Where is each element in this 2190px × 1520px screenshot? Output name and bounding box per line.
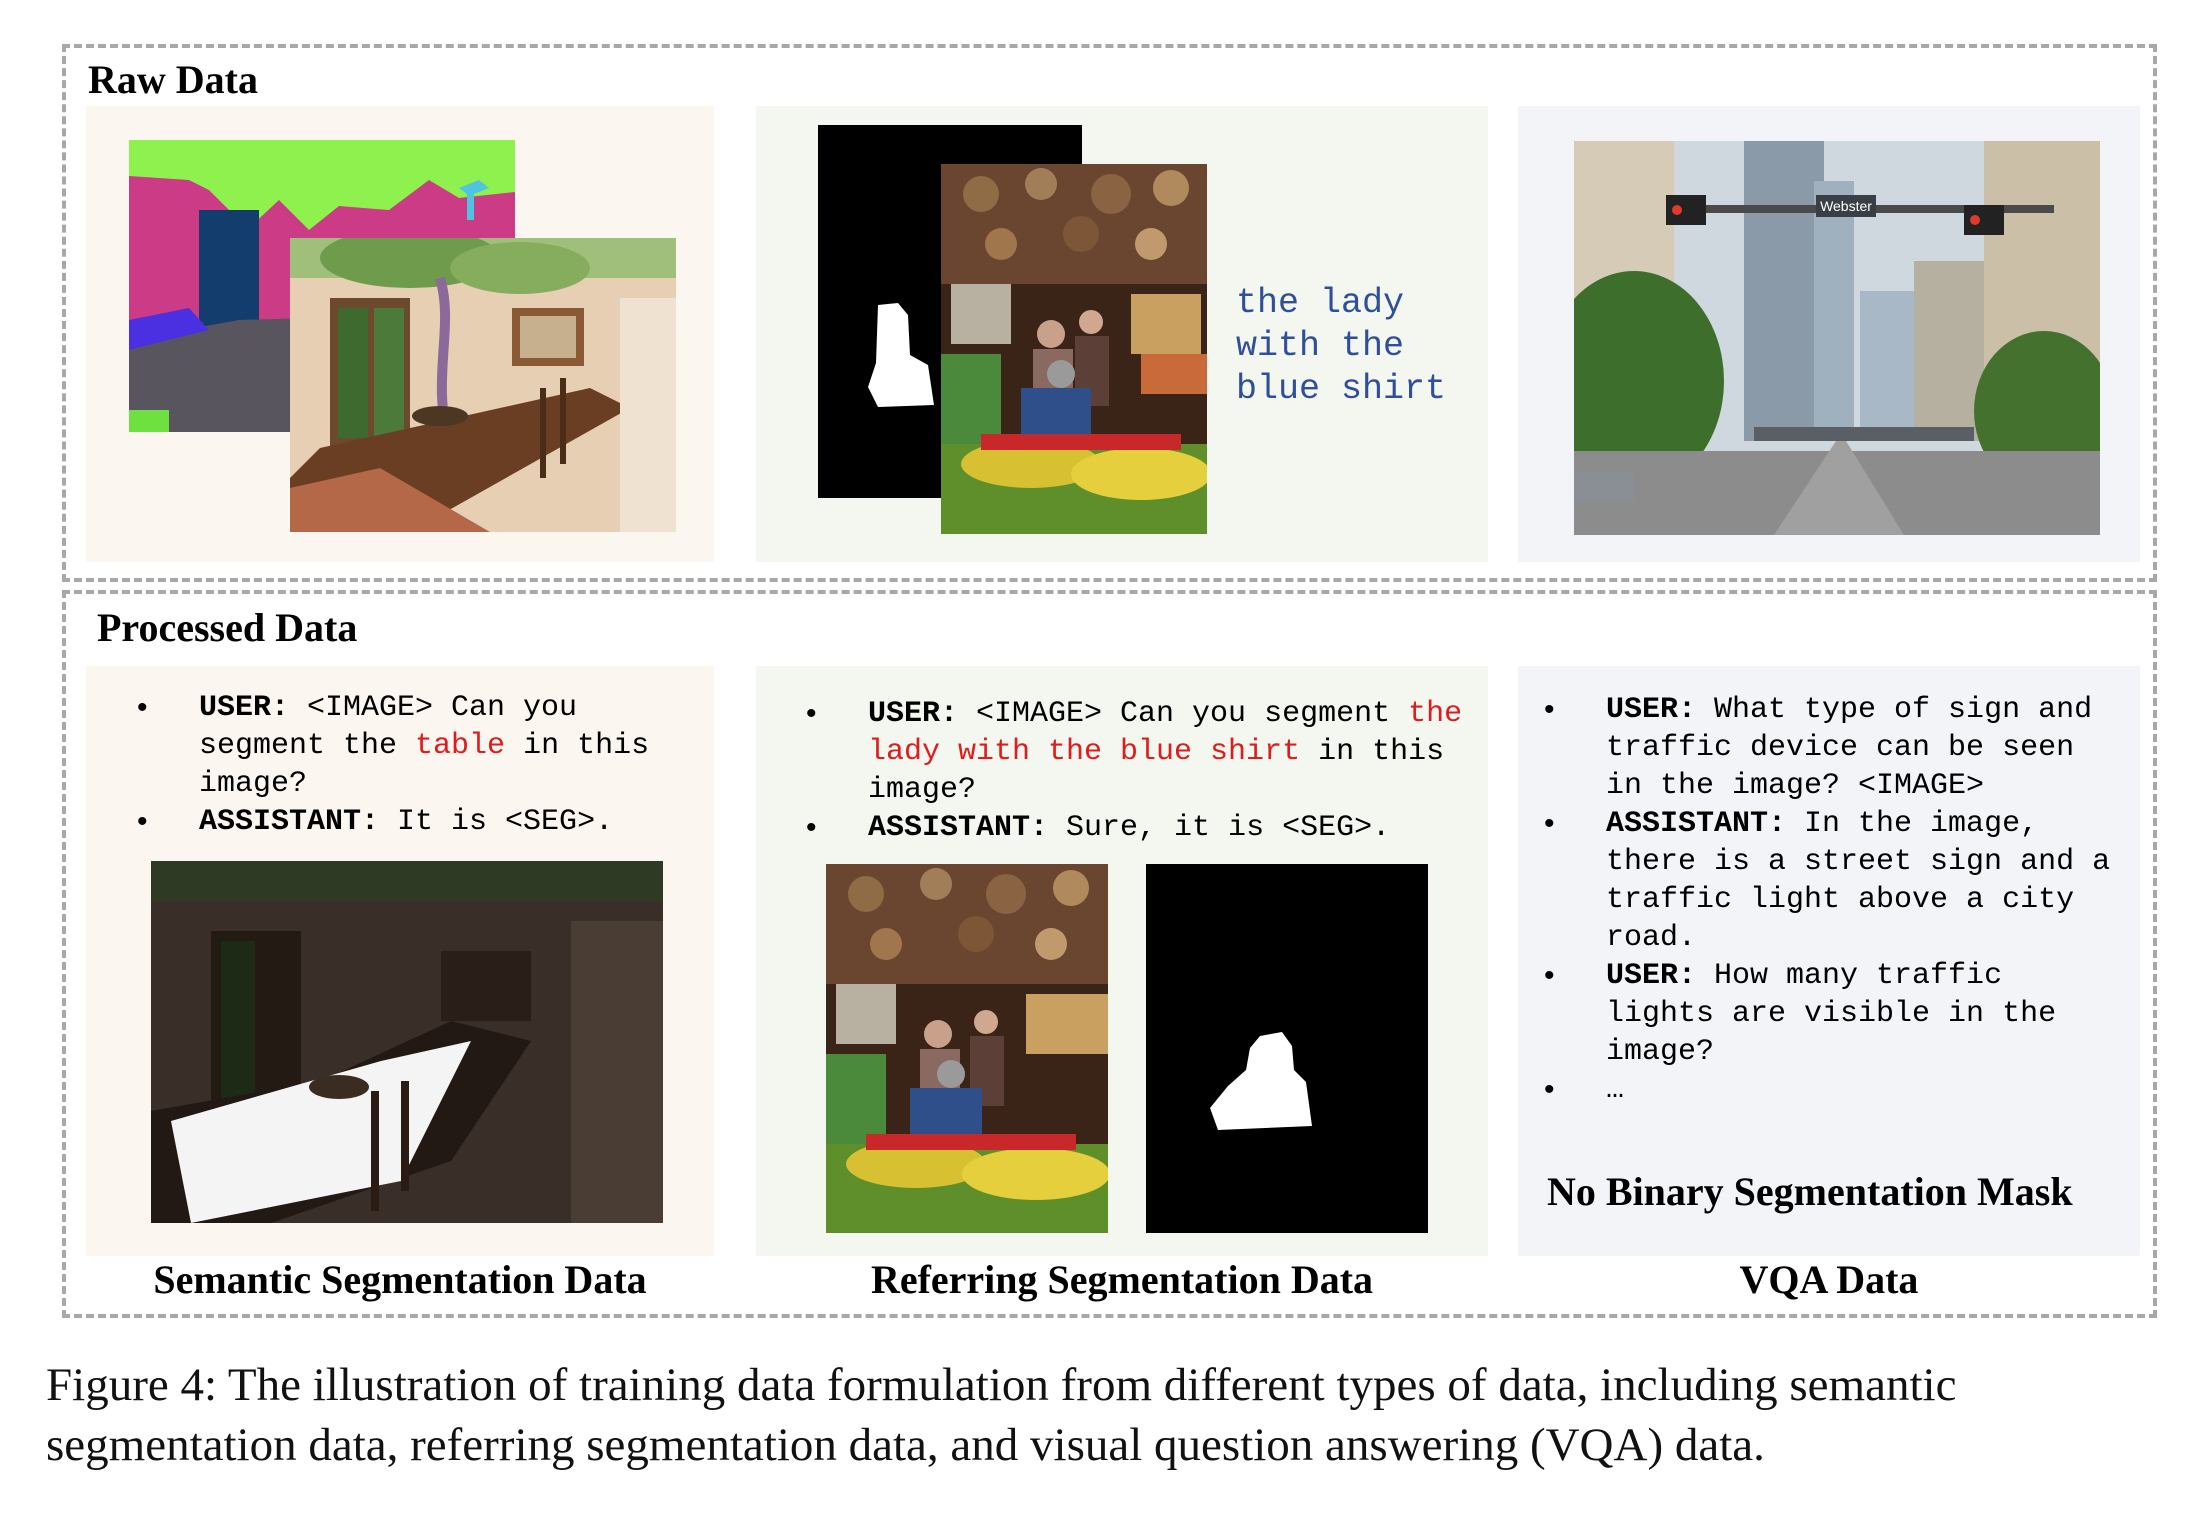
vqa-chat: USER: What type of sign and traffic devi…	[1544, 691, 2124, 1109]
no-mask-label: No Binary Segmentation Mask	[1547, 1169, 2073, 1214]
role-label: ASSISTANT:	[1606, 807, 1787, 841]
figure-caption: Figure 4: The illustration of training d…	[46, 1359, 1957, 1471]
referring-assistant-message: ASSISTANT: Sure, it is <SEG>.	[806, 809, 1466, 847]
street-sign-text: Webster	[1820, 198, 1872, 214]
vqa-assistant-message: ASSISTANT: In the image, there is a stre…	[1544, 805, 2124, 957]
processed-data-title: Processed Data	[97, 605, 358, 650]
semantic-assistant-message: ASSISTANT: It is <SEG>.	[137, 803, 677, 841]
expression-line-2: with the	[1236, 326, 1405, 366]
role-label: ASSISTANT:	[868, 811, 1049, 845]
referring-expression: the lady with the blue shirt	[1236, 282, 1446, 411]
vqa-user-message-1: USER: What type of sign and traffic devi…	[1544, 691, 2124, 805]
expression-line-1: the lady	[1236, 283, 1405, 323]
expression-line-3: blue shirt	[1236, 369, 1447, 409]
market-photo	[941, 164, 1207, 534]
semantic-user-message: USER: <IMAGE> Can you segment the table …	[137, 689, 677, 803]
highlight-target: table	[415, 729, 506, 763]
vqa-label: VQA Data	[1739, 1257, 1919, 1302]
semantic-label: Semantic Segmentation Data	[153, 1257, 647, 1302]
role-label: USER:	[868, 697, 959, 731]
raw-data-title: Raw Data	[88, 57, 258, 102]
referring-chat: USER: <IMAGE> Can you segment the lady w…	[806, 695, 1466, 847]
semantic-chat: USER: <IMAGE> Can you segment the table …	[137, 689, 677, 841]
vqa-ellipsis: …	[1544, 1071, 2124, 1109]
referring-binary-mask	[1146, 864, 1428, 1233]
referring-user-message: USER: <IMAGE> Can you segment the lady w…	[806, 695, 1466, 809]
referring-label: Referring Segmentation Data	[870, 1257, 1374, 1302]
referring-market-photo	[826, 864, 1108, 1233]
role-label: USER:	[1606, 693, 1697, 727]
role-label: USER:	[199, 691, 290, 725]
street-photo: Webster	[1574, 141, 2100, 535]
role-label: ASSISTANT:	[199, 805, 380, 839]
vqa-user-message-2: USER: How many traffic lights are visibl…	[1544, 957, 2124, 1071]
role-label: USER:	[1606, 959, 1697, 993]
dining-room-photo	[290, 238, 676, 532]
semantic-mask-overlay-photo	[151, 861, 663, 1223]
